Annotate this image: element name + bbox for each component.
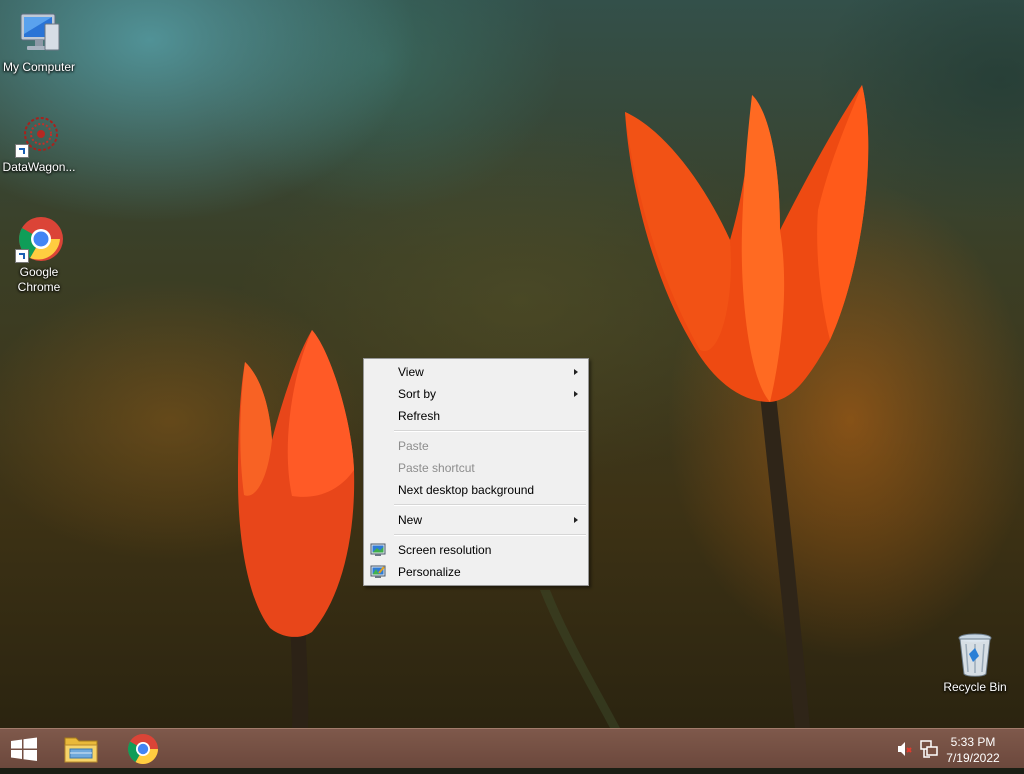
- desktop-icon-label: Google Chrome: [17, 265, 61, 294]
- menu-item-label: Sort by: [398, 387, 437, 401]
- shortcut-arrow-icon: [15, 144, 29, 158]
- desktop-icon-datawagon[interactable]: DataWagon...: [0, 110, 78, 175]
- menu-separator: [394, 430, 586, 432]
- desktop-icon-google-chrome[interactable]: Google Chrome: [0, 215, 78, 295]
- personalize-icon: [370, 565, 386, 578]
- network-icon: [920, 740, 938, 758]
- chrome-icon: [127, 734, 158, 765]
- menu-item-new[interactable]: New: [364, 509, 588, 531]
- menu-item-paste-shortcut: Paste shortcut: [364, 457, 588, 479]
- clock-time: 5:33 PM: [950, 735, 996, 749]
- submenu-arrow-icon: [574, 517, 578, 523]
- taskbar: 5:33 PM 7/19/2022: [0, 728, 1024, 768]
- tray-network-button[interactable]: [918, 729, 940, 769]
- desktop-icon-label: Recycle Bin: [943, 680, 1007, 694]
- menu-separator: [394, 534, 586, 536]
- menu-item-label: Paste shortcut: [398, 461, 475, 475]
- display-icon: [370, 543, 386, 556]
- menu-item-view[interactable]: View: [364, 361, 588, 383]
- menu-item-label: Personalize: [398, 565, 461, 579]
- desktop-icon-label: My Computer: [2, 60, 76, 74]
- menu-separator: [394, 504, 586, 506]
- desktop-icon-label: DataWagon...: [2, 160, 76, 174]
- desktop-context-menu: View Sort by Refresh Paste Paste shortcu…: [363, 358, 589, 586]
- start-windows-icon: [11, 737, 37, 761]
- menu-item-label: Paste: [398, 439, 429, 453]
- menu-item-paste: Paste: [364, 435, 588, 457]
- submenu-arrow-icon: [574, 369, 578, 375]
- desktop-icon-recycle-bin[interactable]: Recycle Bin: [936, 630, 1014, 695]
- tray-volume-button[interactable]: [895, 729, 915, 769]
- menu-item-label: New: [398, 513, 423, 527]
- submenu-arrow-icon: [574, 391, 578, 397]
- menu-item-label: Screen resolution: [398, 543, 492, 557]
- clock-date: 7/19/2022: [946, 751, 1000, 765]
- start-button[interactable]: [0, 729, 48, 769]
- menu-item-sort-by[interactable]: Sort by: [364, 383, 588, 405]
- menu-item-refresh[interactable]: Refresh: [364, 405, 588, 427]
- menu-item-label: Refresh: [398, 409, 441, 423]
- menu-item-screen-resolution[interactable]: Screen resolution: [364, 539, 588, 561]
- speaker-muted-icon: [898, 742, 912, 756]
- recycle-bin-icon: [951, 630, 999, 678]
- taskbar-file-explorer-button[interactable]: [56, 729, 106, 769]
- menu-item-personalize[interactable]: Personalize: [364, 561, 588, 583]
- datawagon-icon: [15, 110, 63, 158]
- tray-clock[interactable]: 5:33 PM 7/19/2022: [938, 734, 1008, 766]
- menu-item-label: View: [398, 365, 424, 379]
- taskbar-chrome-button[interactable]: [118, 729, 168, 769]
- menu-item-label: Next desktop background: [398, 483, 535, 497]
- chrome-icon: [15, 215, 63, 263]
- computer-icon: [15, 10, 63, 58]
- file-explorer-icon: [64, 737, 98, 763]
- shortcut-arrow-icon: [15, 249, 29, 263]
- menu-item-next-desktop-background[interactable]: Next desktop background: [364, 479, 588, 501]
- desktop-icon-my-computer[interactable]: My Computer: [0, 10, 78, 75]
